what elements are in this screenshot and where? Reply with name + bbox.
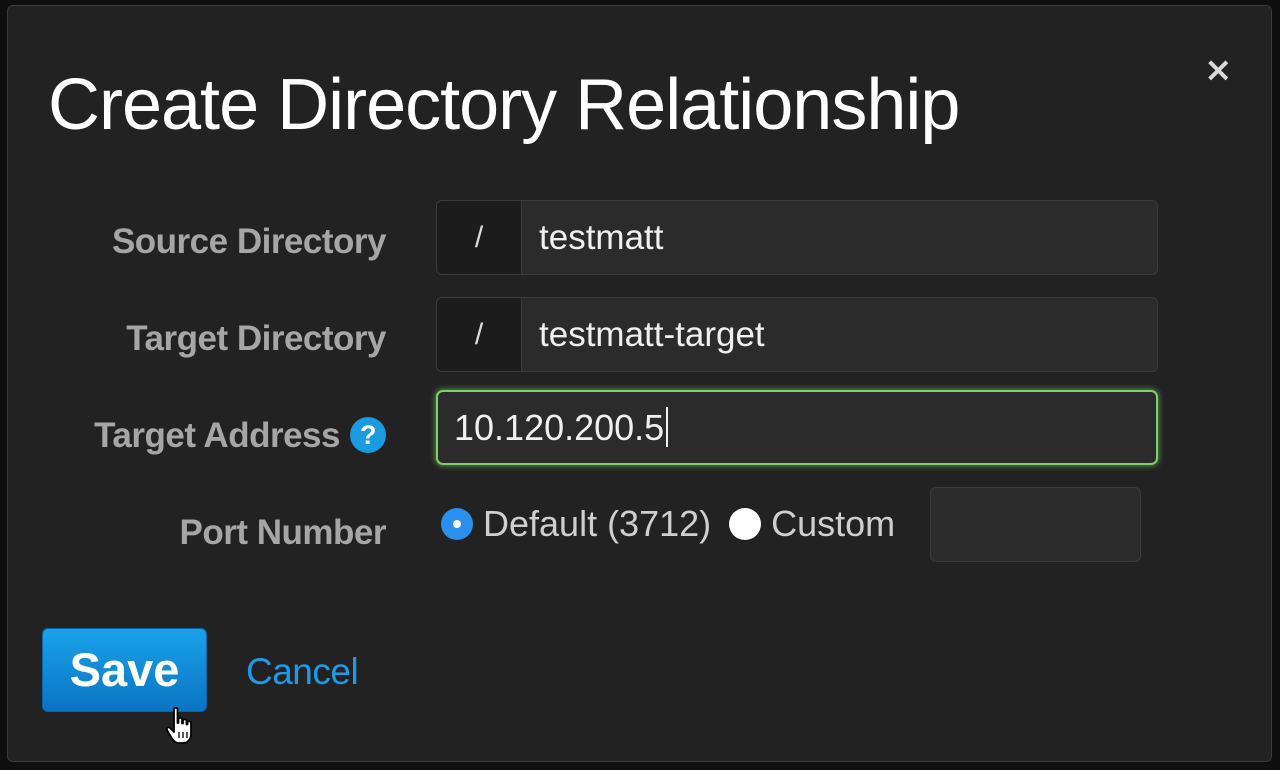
cancel-link[interactable]: Cancel (246, 650, 359, 694)
text-caret (666, 407, 669, 448)
source-directory-label-text: Source Directory (111, 222, 387, 261)
source-directory-label: Source Directory (111, 222, 387, 262)
target-directory-label: Target Directory (126, 319, 386, 359)
target-directory-prefix: / (437, 298, 522, 371)
port-custom-radio[interactable] (729, 508, 762, 540)
port-default-radio[interactable] (441, 508, 473, 540)
source-directory-input[interactable]: testmatt (522, 201, 1157, 274)
target-directory-label-text: Target Directory (126, 319, 386, 358)
source-directory-prefix: / (437, 201, 522, 274)
port-default-label[interactable]: Default (3712) (483, 504, 711, 544)
target-directory-input[interactable]: testmatt-target (522, 298, 1157, 371)
port-number-options: Default (3712) Custom (433, 500, 913, 548)
target-address-label-text: Target Address (94, 416, 340, 455)
port-number-label-text: Port Number (179, 513, 387, 552)
port-number-label: Port Number (179, 513, 387, 553)
source-directory-input-group: / testmatt (436, 200, 1158, 275)
target-address-value: 10.120.200.5 (454, 407, 665, 448)
target-directory-input-group: / testmatt-target (436, 297, 1158, 372)
port-custom-label[interactable]: Custom (771, 504, 895, 544)
close-icon[interactable]: × (1204, 50, 1233, 90)
target-address-input[interactable]: 10.120.200.5 (436, 390, 1158, 465)
dialog-title: Create Directory Relationship (48, 65, 960, 145)
custom-port-input[interactable] (930, 487, 1141, 562)
help-icon[interactable]: ? (350, 416, 386, 453)
save-button[interactable]: Save (42, 628, 207, 712)
target-address-label: Target Address? (94, 416, 386, 456)
hand-pointer-icon (165, 706, 192, 744)
